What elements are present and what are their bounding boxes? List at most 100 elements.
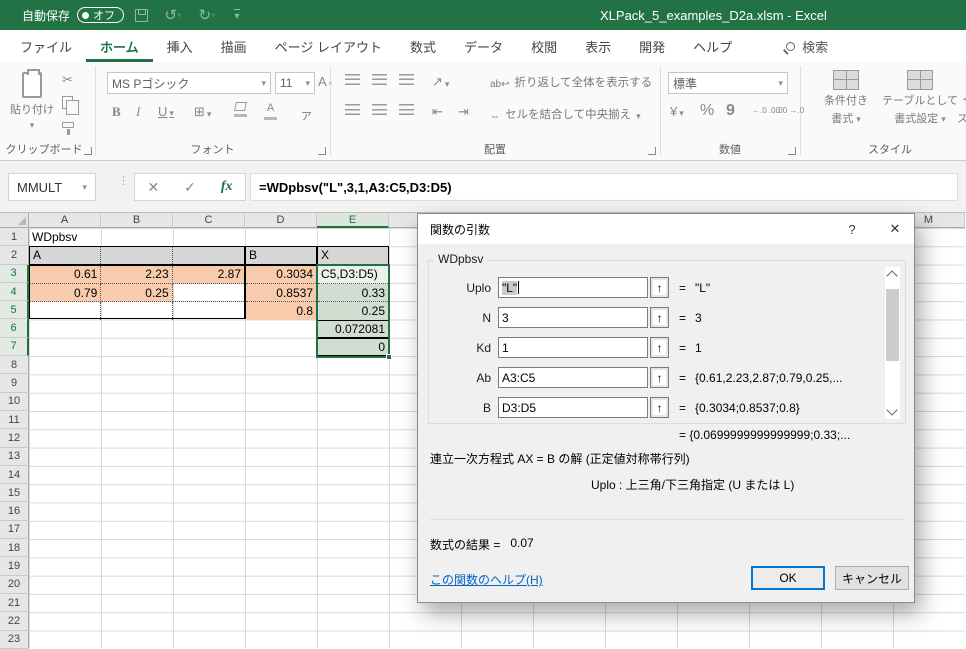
cell-A5[interactable] (30, 302, 101, 320)
column-header[interactable]: D (245, 213, 317, 228)
tab-data[interactable]: データ (450, 30, 517, 62)
row-header[interactable]: 9 (0, 374, 29, 392)
cell-A2[interactable]: A (30, 247, 101, 263)
b-input[interactable]: D3:D5 (498, 397, 648, 418)
insert-function-button[interactable]: fx (221, 179, 233, 195)
scrollbar-thumb[interactable] (886, 289, 899, 361)
cell-A4[interactable]: 0.79 (30, 284, 101, 302)
dialog-help-button[interactable]: ? (838, 214, 866, 244)
formula-bar-resize-handle[interactable]: ⋮ (118, 179, 122, 195)
cell-C3[interactable]: 2.87 (173, 266, 244, 284)
collapse-dialog-button[interactable]: ↑ (650, 397, 669, 418)
bold-button[interactable]: B (112, 104, 121, 120)
scroll-down-icon[interactable] (886, 404, 897, 415)
cell-B2[interactable] (101, 247, 172, 263)
autosave-pill[interactable]: オフ (77, 7, 124, 23)
row-header[interactable]: 23 (0, 631, 29, 649)
column-header[interactable]: B (101, 213, 173, 228)
redo-button[interactable]: ↻▾ (192, 0, 222, 30)
wrap-text-button[interactable]: ab↩ 折り返して全体を表示する (490, 74, 652, 90)
cut-button[interactable]: ✂ (62, 72, 73, 88)
row-header[interactable]: 2 (0, 246, 29, 264)
search-box[interactable]: 検索 (772, 30, 842, 62)
cell-C5[interactable] (173, 302, 244, 320)
autosave-toggle[interactable]: 自動保存 オフ (22, 0, 124, 30)
align-top-button[interactable] (345, 74, 360, 85)
cell-styles-button[interactable]: セルの スタイル (944, 70, 966, 126)
font-color-button[interactable]: A (264, 102, 277, 120)
row-header[interactable]: 8 (0, 356, 29, 374)
cell-D3[interactable]: 0.3034 (246, 266, 316, 284)
tab-developer[interactable]: 開発 (625, 30, 679, 62)
row-header[interactable]: 19 (0, 557, 29, 575)
comma-style-button[interactable]: 9 (726, 102, 735, 120)
collapse-dialog-button[interactable]: ↑ (650, 277, 669, 298)
cell-A1[interactable]: WDpbsv (29, 228, 101, 246)
row-header[interactable]: 13 (0, 448, 29, 466)
clipboard-dialog-launcher[interactable] (84, 147, 92, 155)
cell-E5[interactable]: 0.25 (318, 302, 388, 320)
row-header[interactable]: 18 (0, 539, 29, 557)
font-dialog-launcher[interactable] (318, 147, 326, 155)
row-header[interactable]: 10 (0, 393, 29, 411)
increase-indent-button[interactable]: ⇥ (458, 104, 469, 120)
tab-insert[interactable]: 挿入 (153, 30, 207, 62)
row-header[interactable]: 7 (0, 338, 29, 356)
percent-style-button[interactable]: % (700, 102, 714, 120)
conditional-formatting-button[interactable]: 条件付き 書式 ▾ (810, 70, 882, 126)
uplo-input[interactable]: "L" (498, 277, 648, 298)
tab-review[interactable]: 校閲 (517, 30, 571, 62)
accounting-format-button[interactable]: ¥▾ (670, 104, 684, 119)
row-header[interactable]: 11 (0, 411, 29, 429)
scroll-up-icon[interactable] (886, 270, 897, 281)
row-header[interactable]: 15 (0, 484, 29, 502)
row-header[interactable]: 6 (0, 319, 29, 337)
underline-button[interactable]: U▾ (158, 104, 174, 119)
tab-file[interactable]: ファイル (6, 30, 86, 62)
tab-page-layout[interactable]: ページ レイアウト (261, 30, 396, 62)
name-box-dropdown-icon[interactable]: ▾ (82, 182, 87, 193)
function-help-link[interactable]: この関数のヘルプ(H) (430, 571, 543, 588)
cell-B4[interactable]: 0.25 (101, 284, 172, 302)
row-header[interactable]: 21 (0, 594, 29, 612)
save-button[interactable] (128, 0, 154, 30)
align-left-button[interactable] (345, 104, 360, 115)
orientation-button[interactable]: ↗▾ (432, 74, 449, 90)
column-header[interactable]: E (317, 213, 389, 228)
row-header[interactable]: 20 (0, 576, 29, 594)
align-middle-button[interactable] (372, 74, 387, 85)
column-header[interactable]: A (29, 213, 101, 228)
font-size-select[interactable]: 11▾ (275, 72, 315, 94)
tab-help[interactable]: ヘルプ (679, 30, 746, 62)
align-bottom-button[interactable] (399, 74, 414, 85)
fill-handle[interactable] (386, 354, 392, 360)
number-format-select[interactable]: 標準▾ (668, 72, 788, 94)
tab-formulas[interactable]: 数式 (396, 30, 450, 62)
italic-button[interactable]: I (136, 104, 140, 120)
n-input[interactable]: 3 (498, 307, 648, 328)
row-header[interactable]: 1 (0, 228, 29, 246)
row-header[interactable]: 16 (0, 502, 29, 520)
ab-input[interactable]: A3:C5 (498, 367, 648, 388)
kd-input[interactable]: 1 (498, 337, 648, 358)
cell-E2[interactable]: X (317, 246, 389, 264)
row-header[interactable]: 17 (0, 521, 29, 539)
collapse-dialog-button[interactable]: ↑ (650, 307, 669, 328)
format-painter-button[interactable] (62, 122, 74, 128)
cell-B3[interactable]: 2.23 (101, 266, 172, 284)
tab-draw[interactable]: 描画 (207, 30, 261, 62)
cell-C4[interactable] (173, 284, 244, 302)
param-scrollbar[interactable] (885, 267, 900, 419)
row-header[interactable]: 3 (0, 265, 29, 283)
formula-input[interactable]: =WDpbsv("L",3,1,A3:C5,D3:D5) (250, 173, 958, 201)
name-box[interactable]: MMULT ▾ (8, 173, 96, 201)
tab-view[interactable]: 表示 (571, 30, 625, 62)
cell-D2[interactable]: B (245, 246, 317, 264)
collapse-dialog-button[interactable]: ↑ (650, 337, 669, 358)
cell-B5[interactable] (101, 302, 172, 320)
row-header[interactable]: 14 (0, 466, 29, 484)
font-name-select[interactable]: MS Pゴシック▾ (107, 72, 271, 94)
decrease-decimal-button[interactable]: .00 →.0 (776, 106, 804, 115)
collapse-dialog-button[interactable]: ↑ (650, 367, 669, 388)
cell-A3[interactable]: 0.61 (30, 266, 101, 284)
